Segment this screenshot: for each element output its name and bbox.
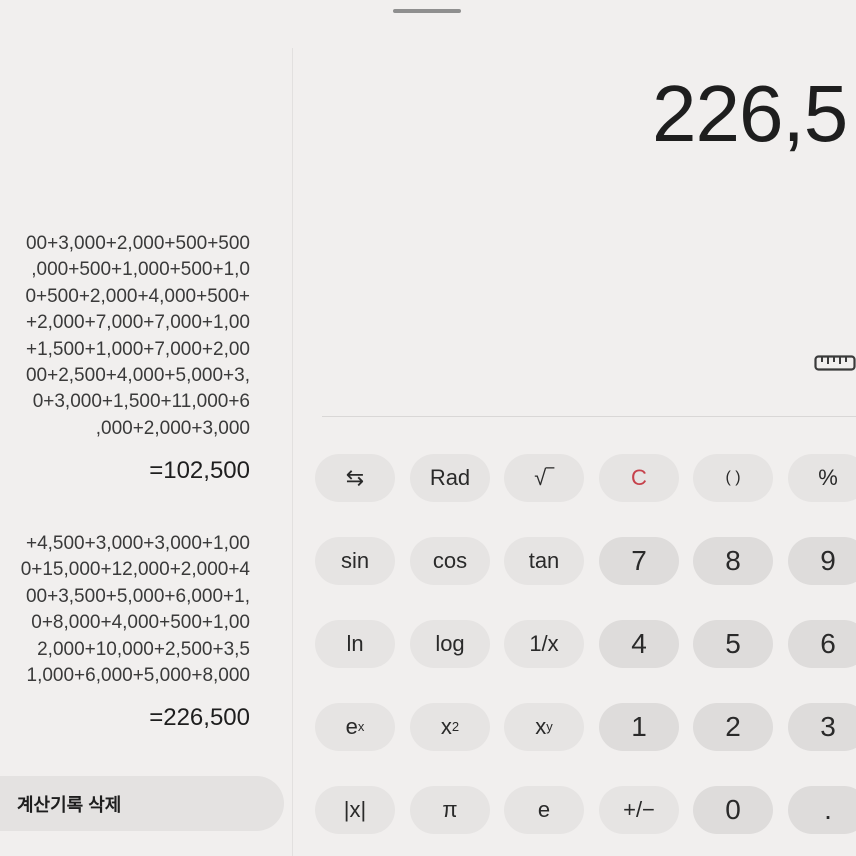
drag-handle[interactable] bbox=[393, 9, 461, 13]
sign-toggle-button[interactable]: +/− bbox=[599, 786, 679, 834]
history-expression-line: +2,000+7,000+7,000+1,00 bbox=[25, 312, 250, 334]
sin-button[interactable]: sin bbox=[315, 537, 395, 585]
history-expression-line: 0+3,000+1,500+11,000+6 bbox=[32, 391, 250, 413]
history-entry[interactable]: 00+3,000+2,000+500+500 ,000+500+1,000+50… bbox=[25, 231, 250, 486]
power-base: x bbox=[535, 714, 547, 739]
digit-0-button[interactable]: 0 bbox=[693, 786, 773, 834]
digit-6-button[interactable]: 6 bbox=[788, 620, 856, 668]
digit-2-button[interactable]: 2 bbox=[693, 703, 773, 751]
ruler-icon[interactable] bbox=[814, 352, 856, 374]
history-expression-line: +4,500+3,000+3,000+1,00 bbox=[25, 533, 250, 554]
abs-button[interactable]: |x| bbox=[315, 786, 395, 834]
history-expression-line: 00+3,000+2,000+500+500 bbox=[25, 233, 250, 254]
sqrt-button[interactable]: √‾ bbox=[504, 454, 584, 502]
history-result[interactable]: =226,500 bbox=[21, 703, 250, 733]
digit-1-button[interactable]: 1 bbox=[599, 703, 679, 751]
rad-button[interactable]: Rad bbox=[410, 454, 490, 502]
square-button[interactable]: x2 bbox=[410, 703, 490, 751]
square-base: x bbox=[440, 714, 452, 739]
panel-divider bbox=[292, 48, 293, 856]
clear-history-button[interactable]: 계산기록 삭제 bbox=[0, 776, 284, 831]
exp-base: e bbox=[345, 714, 358, 739]
display-divider bbox=[322, 416, 856, 417]
history-expression-line: +1,500+1,000+7,000+2,00 bbox=[25, 338, 250, 360]
history-panel: 00+3,000+2,000+500+500 ,000+500+1,000+50… bbox=[0, 0, 292, 856]
history-result[interactable]: =102,500 bbox=[25, 456, 250, 486]
history-expression-line: 00+3,500+5,000+6,000+1, bbox=[25, 585, 250, 607]
digit-4-button[interactable]: 4 bbox=[599, 620, 679, 668]
history-expression-line: 0+500+2,000+4,000+500+ bbox=[25, 285, 250, 307]
digit-9-button[interactable]: 9 bbox=[788, 537, 856, 585]
percent-button[interactable]: % bbox=[788, 454, 856, 502]
tan-button[interactable]: tan bbox=[504, 537, 584, 585]
history-expression-line: 0+8,000+4,000+500+1,00 bbox=[31, 612, 250, 634]
power-button[interactable]: xy bbox=[504, 703, 584, 751]
history-expression-line: ,000+500+1,000+500+1,0 bbox=[31, 259, 250, 281]
digit-8-button[interactable]: 8 bbox=[693, 537, 773, 585]
reciprocal-button[interactable]: 1/x bbox=[504, 620, 584, 668]
clear-button[interactable]: C bbox=[599, 454, 679, 502]
history-expression-line: 0+15,000+12,000+2,000+4 bbox=[20, 559, 250, 581]
cos-button[interactable]: cos bbox=[410, 537, 490, 585]
digit-3-button[interactable]: 3 bbox=[788, 703, 856, 751]
ln-button[interactable]: ln bbox=[315, 620, 395, 668]
pi-button[interactable]: π bbox=[410, 786, 490, 834]
display-value: 226,5 bbox=[652, 69, 848, 158]
history-entry[interactable]: +4,500+3,000+3,000+1,00 0+15,000+12,000+… bbox=[21, 531, 250, 733]
history-expression-line: 1,000+6,000+5,000+8,000 bbox=[26, 665, 250, 687]
parentheses-button[interactable]: ( ) bbox=[693, 454, 773, 502]
digit-7-button[interactable]: 7 bbox=[599, 537, 679, 585]
history-expression-line: 2,000+10,000+2,500+3,5 bbox=[37, 638, 250, 660]
history-expression-line: 00+2,500+4,000+5,000+3, bbox=[25, 365, 250, 387]
exp-button[interactable]: ex bbox=[315, 703, 395, 751]
decimal-button[interactable]: . bbox=[788, 786, 856, 834]
digit-5-button[interactable]: 5 bbox=[693, 620, 773, 668]
e-button[interactable]: e bbox=[504, 786, 584, 834]
swap-mode-button[interactable]: ⇆ bbox=[315, 454, 395, 502]
history-expression-line: ,000+2,000+3,000 bbox=[95, 417, 250, 439]
log-button[interactable]: log bbox=[410, 620, 490, 668]
